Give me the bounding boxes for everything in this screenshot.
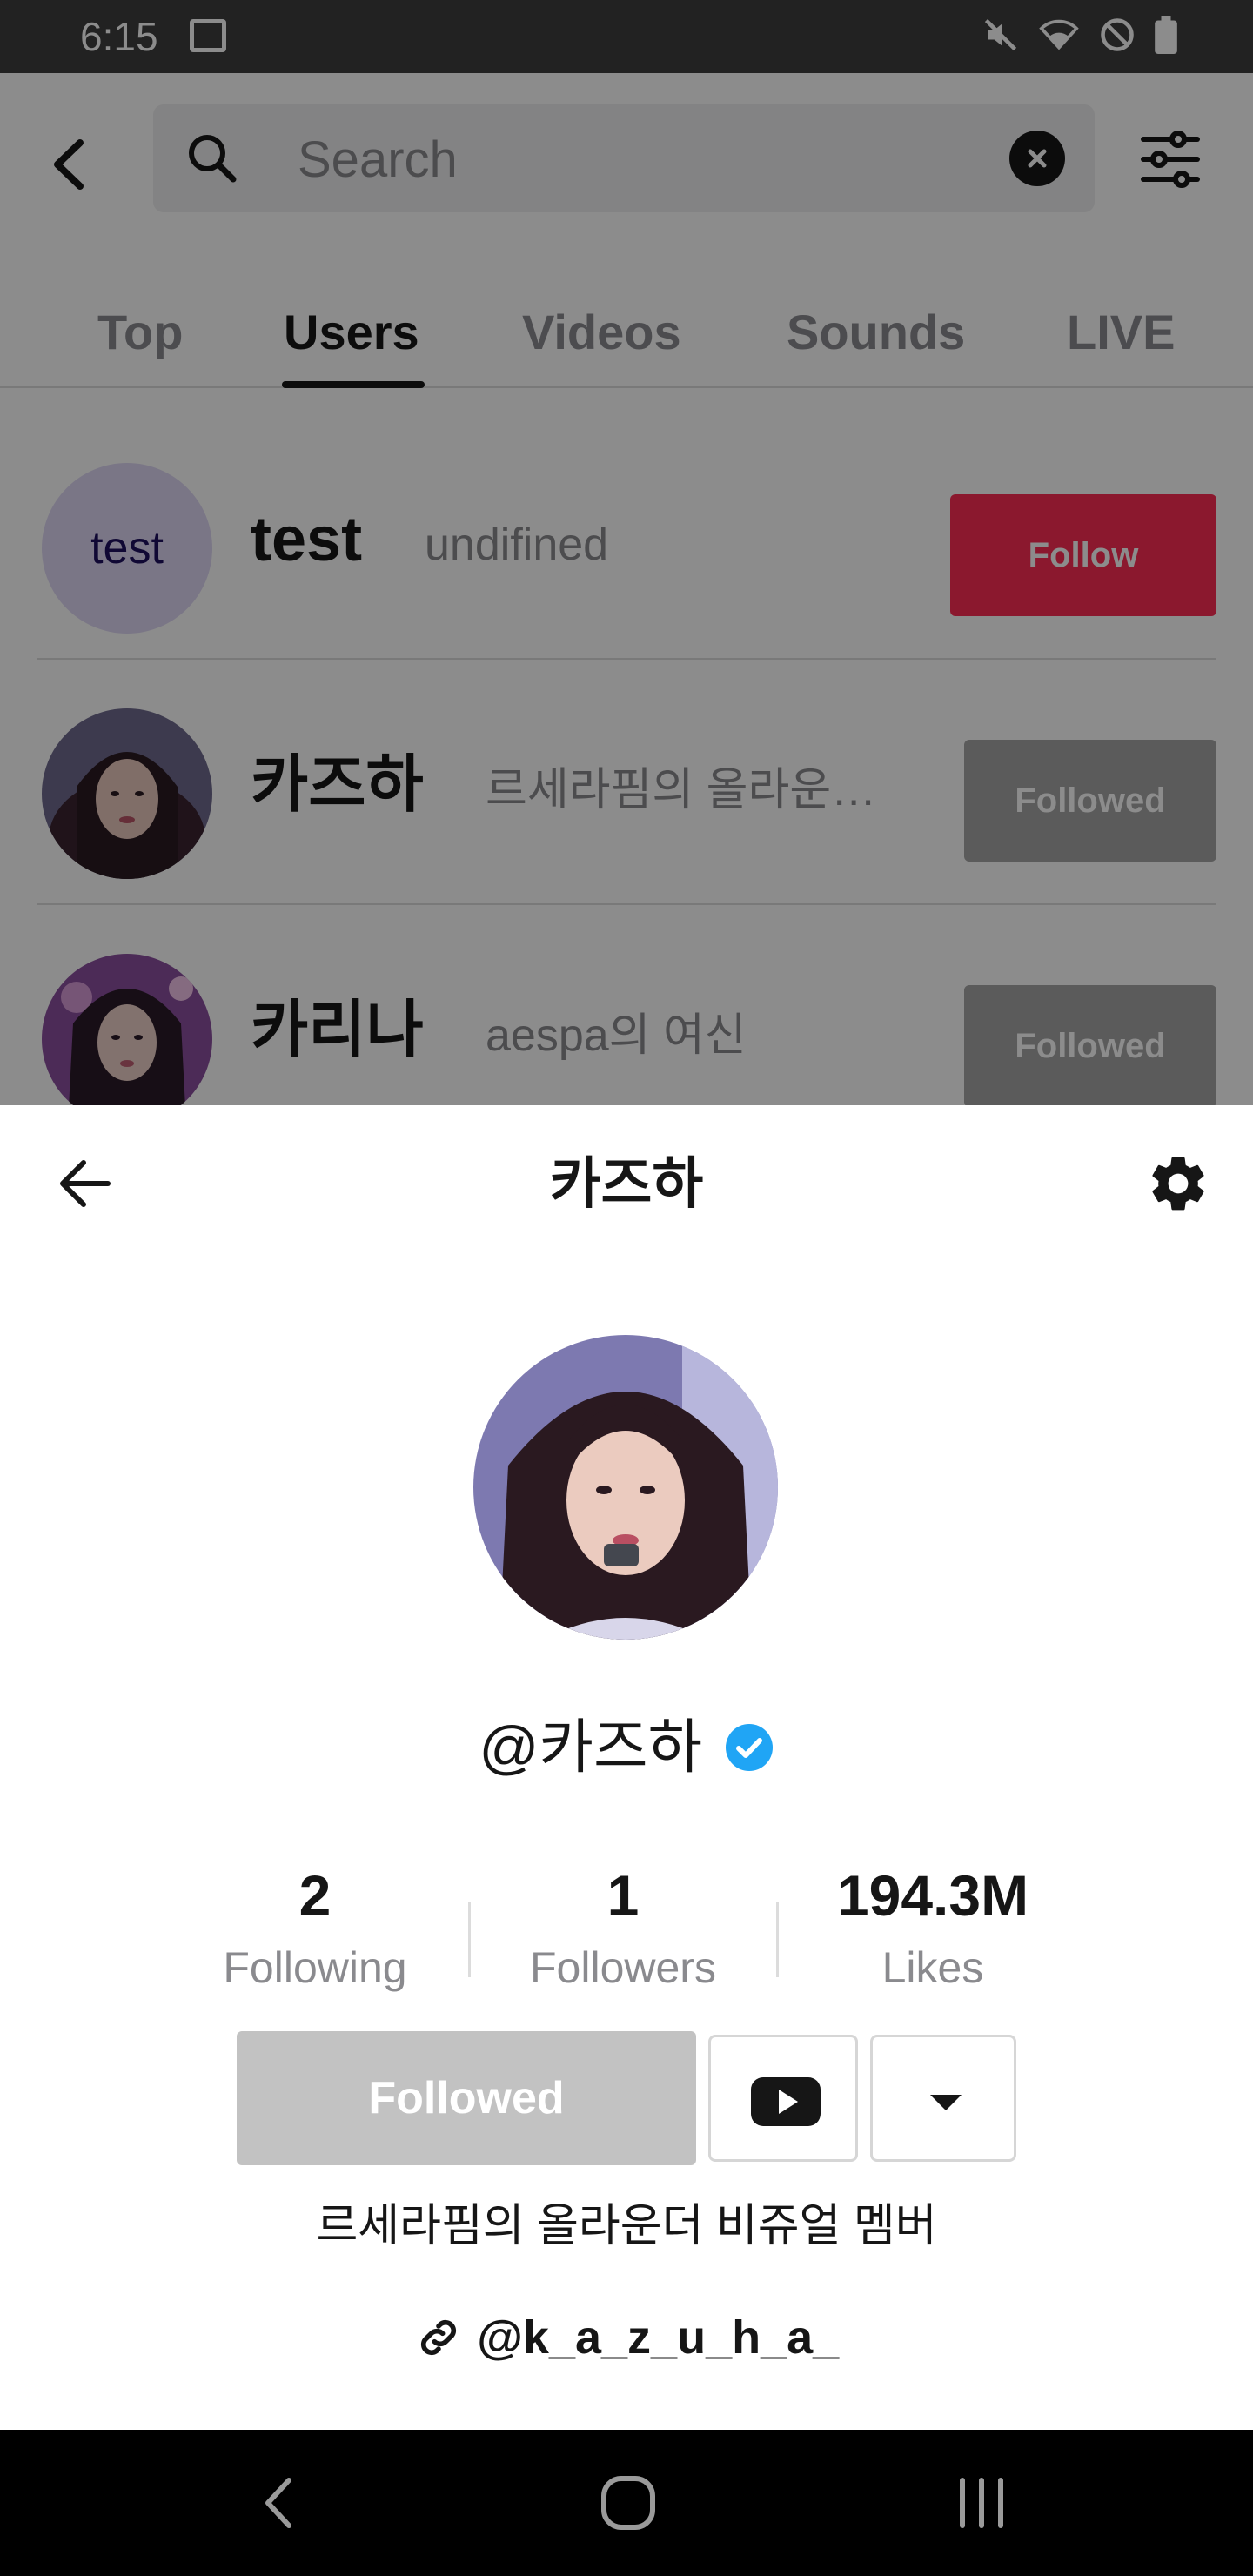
followed-button[interactable]: Followed xyxy=(237,2031,696,2165)
nav-recents-icon[interactable] xyxy=(947,2468,1016,2538)
profile-stats: 2 Following 1 Followers 194.3M Likes xyxy=(0,1859,1253,1998)
nav-back-icon[interactable] xyxy=(245,2468,315,2538)
profile-bio: 르세라핌의 올라운더 비쥬얼 멤버 xyxy=(316,2201,937,2251)
link-icon xyxy=(420,2320,456,2355)
stat-likes: 194.3M Likes xyxy=(785,1859,1081,2000)
profile-handle: @카즈하 xyxy=(479,1714,703,1781)
gear-icon[interactable] xyxy=(1145,1150,1211,1217)
chevron-down-icon xyxy=(930,2095,962,2110)
stat-followers[interactable]: 1 Followers xyxy=(475,1859,771,2000)
navigation-bar xyxy=(0,2430,1253,2576)
stat-following[interactable]: 2 Following xyxy=(167,1859,463,2000)
verified-badge-icon xyxy=(725,1724,773,1771)
likes-count: 194.3M xyxy=(836,1863,1029,1928)
youtube-button[interactable] xyxy=(708,2035,858,2162)
stat-divider xyxy=(468,1902,471,1977)
followers-label: Followers xyxy=(530,1943,716,1992)
page-title: 카즈하 xyxy=(549,1152,704,1215)
likes-label: Likes xyxy=(881,1943,984,1992)
more-dropdown-button[interactable] xyxy=(870,2035,1016,2162)
following-count: 2 xyxy=(298,1863,332,1928)
dim-overlay[interactable] xyxy=(0,0,1253,1105)
followers-count: 1 xyxy=(606,1863,640,1928)
handle-row: @카즈하 xyxy=(0,1709,1253,1786)
nav-home-icon[interactable] xyxy=(593,2468,663,2538)
profile-avatar[interactable] xyxy=(473,1335,778,1640)
link-text: @k_a_z_u_h_a_ xyxy=(477,2311,840,2364)
profile-link[interactable]: @k_a_z_u_h_a_ xyxy=(0,2304,1253,2371)
profile-sheet: 카즈하 @카즈하 2 Following 1 Followers 194.3M … xyxy=(0,1105,1253,2430)
profile-actions: Followed xyxy=(0,2031,1253,2167)
youtube-icon xyxy=(751,2077,821,2126)
stat-divider xyxy=(776,1902,779,1977)
following-label: Following xyxy=(223,1943,407,1992)
